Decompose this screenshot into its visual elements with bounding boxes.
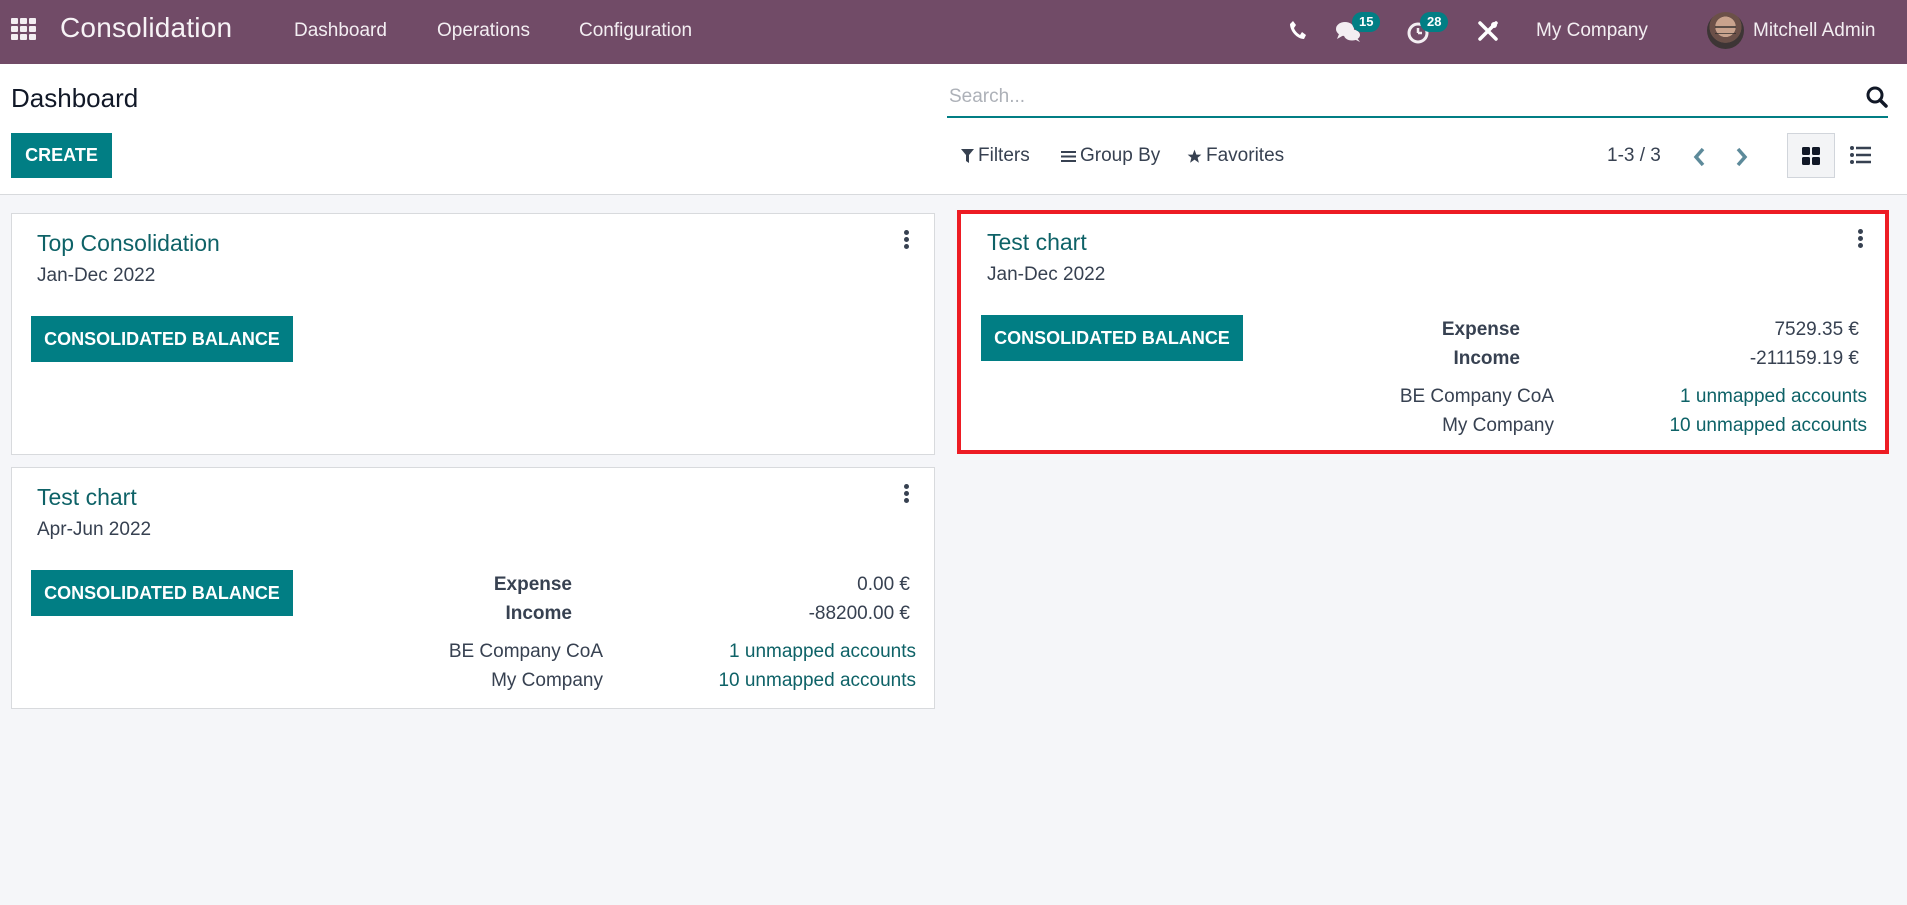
- user-avatar[interactable]: [1707, 12, 1744, 49]
- company-switcher[interactable]: My Company: [1536, 20, 1648, 42]
- income-value: -211159.19 €: [1749, 348, 1859, 369]
- expense-label: Expense: [1441, 319, 1520, 340]
- activities-badge: 28: [1420, 12, 1449, 32]
- consolidation-card: Test chart Apr-Jun 2022 CONSOLIDATED BAL…: [11, 467, 935, 709]
- search-input[interactable]: [949, 80, 1829, 114]
- income-label: Income: [505, 603, 572, 624]
- apps-grid-icon[interactable]: [11, 18, 37, 42]
- consolidated-balance-button[interactable]: CONSOLIDATED BALANCE: [31, 316, 293, 362]
- consolidation-card-highlighted: Test chart Jan-Dec 2022 CONSOLIDATED BAL…: [957, 210, 1889, 454]
- consolidation-card: Top Consolidation Jan-Dec 2022 CONSOLIDA…: [11, 213, 935, 455]
- consolidated-balance-button[interactable]: CONSOLIDATED BALANCE: [981, 315, 1243, 361]
- star-icon: [1187, 149, 1202, 163]
- filters-label: Filters: [978, 145, 1030, 166]
- kebab-menu-icon[interactable]: [1856, 229, 1864, 249]
- search-icon[interactable]: [1866, 86, 1888, 108]
- company-name: My Company: [1442, 415, 1554, 436]
- kanban-view-button[interactable]: [1787, 133, 1835, 178]
- card-title[interactable]: Top Consolidation: [37, 230, 220, 257]
- unmapped-accounts-link[interactable]: 1 unmapped accounts: [1680, 386, 1867, 408]
- favorites-label: Favorites: [1206, 145, 1285, 166]
- card-period: Apr-Jun 2022: [37, 519, 152, 540]
- unmapped-accounts-link[interactable]: 1 unmapped accounts: [729, 641, 916, 663]
- list-lines-icon: [1061, 150, 1076, 162]
- pager-next-button[interactable]: [1728, 144, 1754, 170]
- control-panel: Dashboard CREATE Filters Group By Favori…: [0, 64, 1907, 195]
- create-button[interactable]: CREATE: [11, 133, 112, 178]
- card-title[interactable]: Test chart: [37, 484, 137, 511]
- filter-icon: [961, 149, 974, 163]
- unmapped-accounts-link[interactable]: 10 unmapped accounts: [1669, 415, 1867, 437]
- company-name: My Company: [491, 670, 603, 691]
- messages-badge: 15: [1352, 12, 1381, 32]
- phone-icon[interactable]: [1289, 20, 1307, 45]
- kanban-grid-icon: [1802, 147, 1820, 165]
- menu-configuration[interactable]: Configuration: [579, 20, 692, 42]
- card-period: Jan-Dec 2022: [987, 264, 1106, 285]
- list-view-button[interactable]: [1843, 133, 1891, 178]
- app-name[interactable]: Consolidation: [60, 12, 232, 44]
- favorites-button[interactable]: Favorites: [1187, 145, 1284, 167]
- income-value: -88200.00 €: [808, 603, 910, 624]
- consolidated-balance-button[interactable]: CONSOLIDATED BALANCE: [31, 570, 293, 616]
- tools-icon[interactable]: [1477, 20, 1499, 47]
- filters-button[interactable]: Filters: [961, 145, 1030, 167]
- income-label: Income: [1453, 348, 1520, 369]
- groupby-label: Group By: [1080, 145, 1161, 166]
- page-title: Dashboard: [11, 83, 139, 113]
- unmapped-accounts-link[interactable]: 10 unmapped accounts: [718, 670, 916, 692]
- expense-value: 0.00 €: [857, 574, 910, 595]
- menu-operations[interactable]: Operations: [437, 20, 530, 42]
- pager-previous-button[interactable]: [1687, 144, 1713, 170]
- expense-label: Expense: [493, 574, 572, 595]
- top-navbar: Consolidation Dashboard Operations Confi…: [0, 0, 1907, 64]
- list-icon: [1850, 146, 1871, 164]
- kebab-menu-icon[interactable]: [902, 484, 910, 504]
- menu-dashboard[interactable]: Dashboard: [294, 20, 387, 42]
- search-bar: [947, 78, 1888, 118]
- company-name: BE Company CoA: [448, 641, 603, 662]
- pager-value[interactable]: 1-3 / 3: [1607, 145, 1661, 167]
- kebab-menu-icon[interactable]: [902, 230, 910, 250]
- user-menu[interactable]: Mitchell Admin: [1753, 20, 1876, 42]
- card-title[interactable]: Test chart: [987, 229, 1087, 256]
- card-period: Jan-Dec 2022: [37, 265, 156, 286]
- groupby-button[interactable]: Group By: [1061, 145, 1160, 167]
- company-name: BE Company CoA: [1399, 386, 1554, 407]
- expense-value: 7529.35 €: [1774, 319, 1859, 340]
